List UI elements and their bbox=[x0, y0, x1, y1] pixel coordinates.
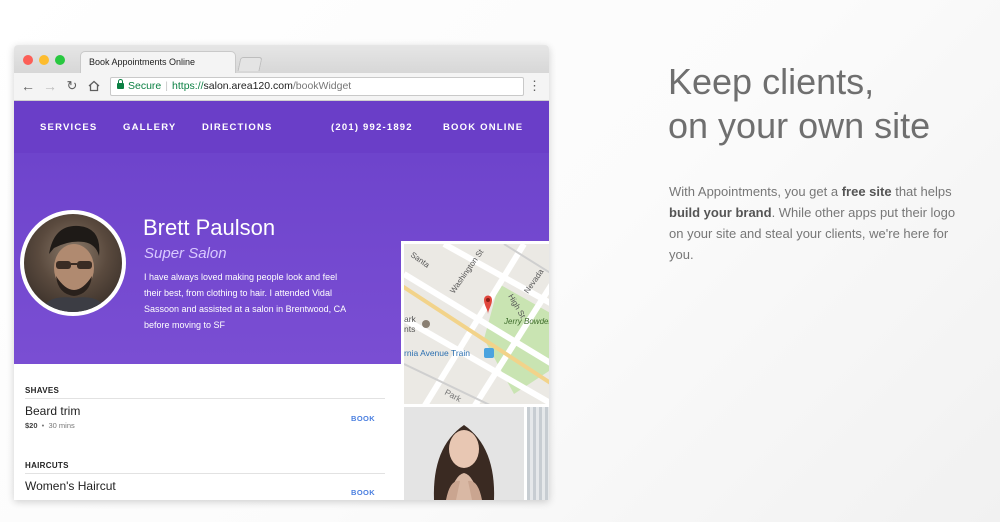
salon-name: Super Salon bbox=[144, 245, 227, 262]
category-title: SHAVES bbox=[25, 386, 60, 395]
location-map[interactable]: Santa Washington St High St Nevada ark n… bbox=[401, 241, 549, 404]
browser-window: Book Appointments Online ← → ↻ Secure | ht… bbox=[14, 45, 549, 500]
new-tab-button[interactable] bbox=[237, 57, 263, 71]
nav-services-link[interactable]: SERVICES bbox=[40, 122, 97, 133]
marketing-headline: Keep clients, on your own site bbox=[668, 60, 988, 148]
headline-line-1: Keep clients, bbox=[668, 61, 875, 102]
nav-phone-link[interactable]: (201) 992-1892 bbox=[331, 122, 413, 133]
headline-line-2: on your own site bbox=[668, 105, 931, 146]
more-menu-icon[interactable]: ⋮ bbox=[528, 79, 541, 93]
services-list: SHAVES Beard trim $20 • 30 mins BOOK HAI… bbox=[14, 364, 401, 500]
salon-site: SERVICES GALLERY DIRECTIONS (201) 992-18… bbox=[14, 101, 549, 500]
marketing-body: With Appointments, you get a free site t… bbox=[669, 181, 959, 265]
body-text: that helps bbox=[891, 184, 952, 199]
secure-label: Secure bbox=[128, 80, 162, 92]
reload-icon[interactable]: ↻ bbox=[64, 78, 80, 94]
map-label: Jerry Bowden Park bbox=[503, 317, 549, 326]
body-text: With Appointments, you get a bbox=[669, 184, 842, 199]
back-arrow-icon[interactable]: ← bbox=[20, 78, 36, 94]
body-emphasis: build your brand bbox=[669, 205, 772, 220]
forward-arrow-icon[interactable]: → bbox=[42, 78, 58, 94]
body-emphasis: free site bbox=[841, 184, 892, 199]
divider bbox=[25, 398, 385, 399]
url-separator: | bbox=[165, 80, 169, 92]
service-meta: $20 • 30 mins bbox=[25, 421, 75, 430]
close-window-button[interactable] bbox=[23, 55, 33, 65]
minimize-window-button[interactable] bbox=[39, 55, 49, 65]
stylist-bio: I have always loved making people look a… bbox=[144, 272, 346, 330]
url-path: /bookWidget bbox=[292, 80, 352, 92]
service-name: Women's Haircut bbox=[25, 479, 116, 493]
gallery-photo[interactable] bbox=[527, 407, 549, 500]
url-scheme: https:// bbox=[172, 80, 204, 92]
map-label: nts bbox=[404, 324, 415, 334]
browser-tab-title: Book Appointments Online bbox=[89, 57, 196, 67]
maximize-window-button[interactable] bbox=[55, 55, 65, 65]
category-title: HAIRCUTS bbox=[25, 461, 69, 470]
url-host: salon.area120.com bbox=[203, 80, 293, 92]
stylist-photo bbox=[24, 214, 122, 312]
address-bar[interactable]: Secure | https://salon.area120.com/bookWid… bbox=[110, 77, 524, 96]
divider bbox=[25, 473, 385, 474]
nav-book-online-link[interactable]: BOOK ONLINE bbox=[443, 122, 523, 133]
gallery-photo[interactable] bbox=[404, 407, 524, 500]
lock-icon bbox=[117, 79, 124, 89]
map-label: rnia Avenue Train bbox=[404, 348, 470, 358]
site-nav: SERVICES GALLERY DIRECTIONS (201) 992-18… bbox=[14, 101, 549, 153]
service-duration: 30 mins bbox=[48, 421, 75, 430]
nav-gallery-link[interactable]: GALLERY bbox=[123, 122, 176, 133]
tab-bar: Book Appointments Online bbox=[14, 45, 549, 73]
nav-directions-link[interactable]: DIRECTIONS bbox=[202, 122, 273, 133]
map-label: ark bbox=[404, 314, 417, 324]
book-button[interactable]: BOOK bbox=[351, 414, 375, 423]
home-icon[interactable] bbox=[86, 78, 102, 94]
browser-tab[interactable]: Book Appointments Online bbox=[80, 51, 236, 73]
service-name: Beard trim bbox=[25, 404, 81, 418]
book-button[interactable]: BOOK bbox=[351, 488, 375, 497]
service-price: $20 bbox=[25, 421, 38, 430]
avatar bbox=[20, 210, 126, 316]
browser-toolbar: ← → ↻ Secure | https://salon.area120.com/b… bbox=[14, 73, 549, 101]
stylist-name: Brett Paulson bbox=[143, 215, 276, 240]
